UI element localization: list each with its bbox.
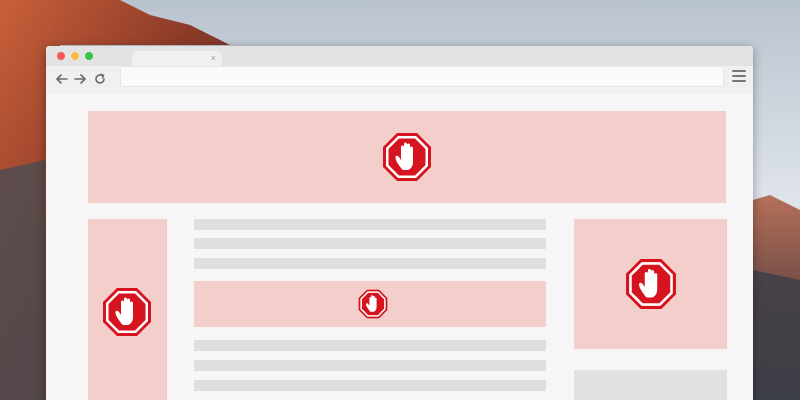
back-arrow-icon	[56, 74, 68, 84]
ad-banner-top	[88, 111, 726, 203]
forward-arrow-icon	[74, 74, 86, 84]
content-text-line	[194, 380, 546, 391]
content-text-line	[194, 258, 546, 269]
minimize-window-button[interactable]	[71, 52, 79, 60]
browser-tab[interactable]: ×	[132, 51, 222, 66]
tab-bar: ×	[46, 46, 753, 66]
content-text-line	[194, 219, 546, 230]
content-text-line	[194, 360, 546, 371]
hamburger-menu-icon[interactable]	[732, 70, 746, 84]
close-window-button[interactable]	[57, 52, 65, 60]
content-text-line	[194, 340, 546, 351]
adblock-stop-hand-icon	[358, 289, 388, 319]
close-icon[interactable]: ×	[211, 52, 216, 64]
reload-icon	[95, 73, 105, 84]
reload-button[interactable]	[92, 70, 108, 88]
address-bar[interactable]	[120, 66, 724, 87]
adblock-stop-hand-icon	[382, 132, 432, 182]
sidebar-content-block	[574, 370, 727, 400]
forward-button[interactable]	[72, 70, 88, 88]
ad-sidebar-left	[88, 219, 167, 400]
back-button[interactable]	[54, 70, 70, 88]
ad-inline-content	[194, 281, 546, 327]
adblock-stop-hand-icon	[102, 287, 152, 337]
zoom-window-button[interactable]	[85, 52, 93, 60]
ad-sidebar-right	[574, 219, 727, 349]
browser-toolbar	[46, 66, 753, 95]
browser-window: ×	[46, 46, 753, 400]
web-page	[46, 94, 753, 400]
content-text-line	[194, 238, 546, 249]
adblock-stop-hand-icon	[625, 258, 677, 310]
